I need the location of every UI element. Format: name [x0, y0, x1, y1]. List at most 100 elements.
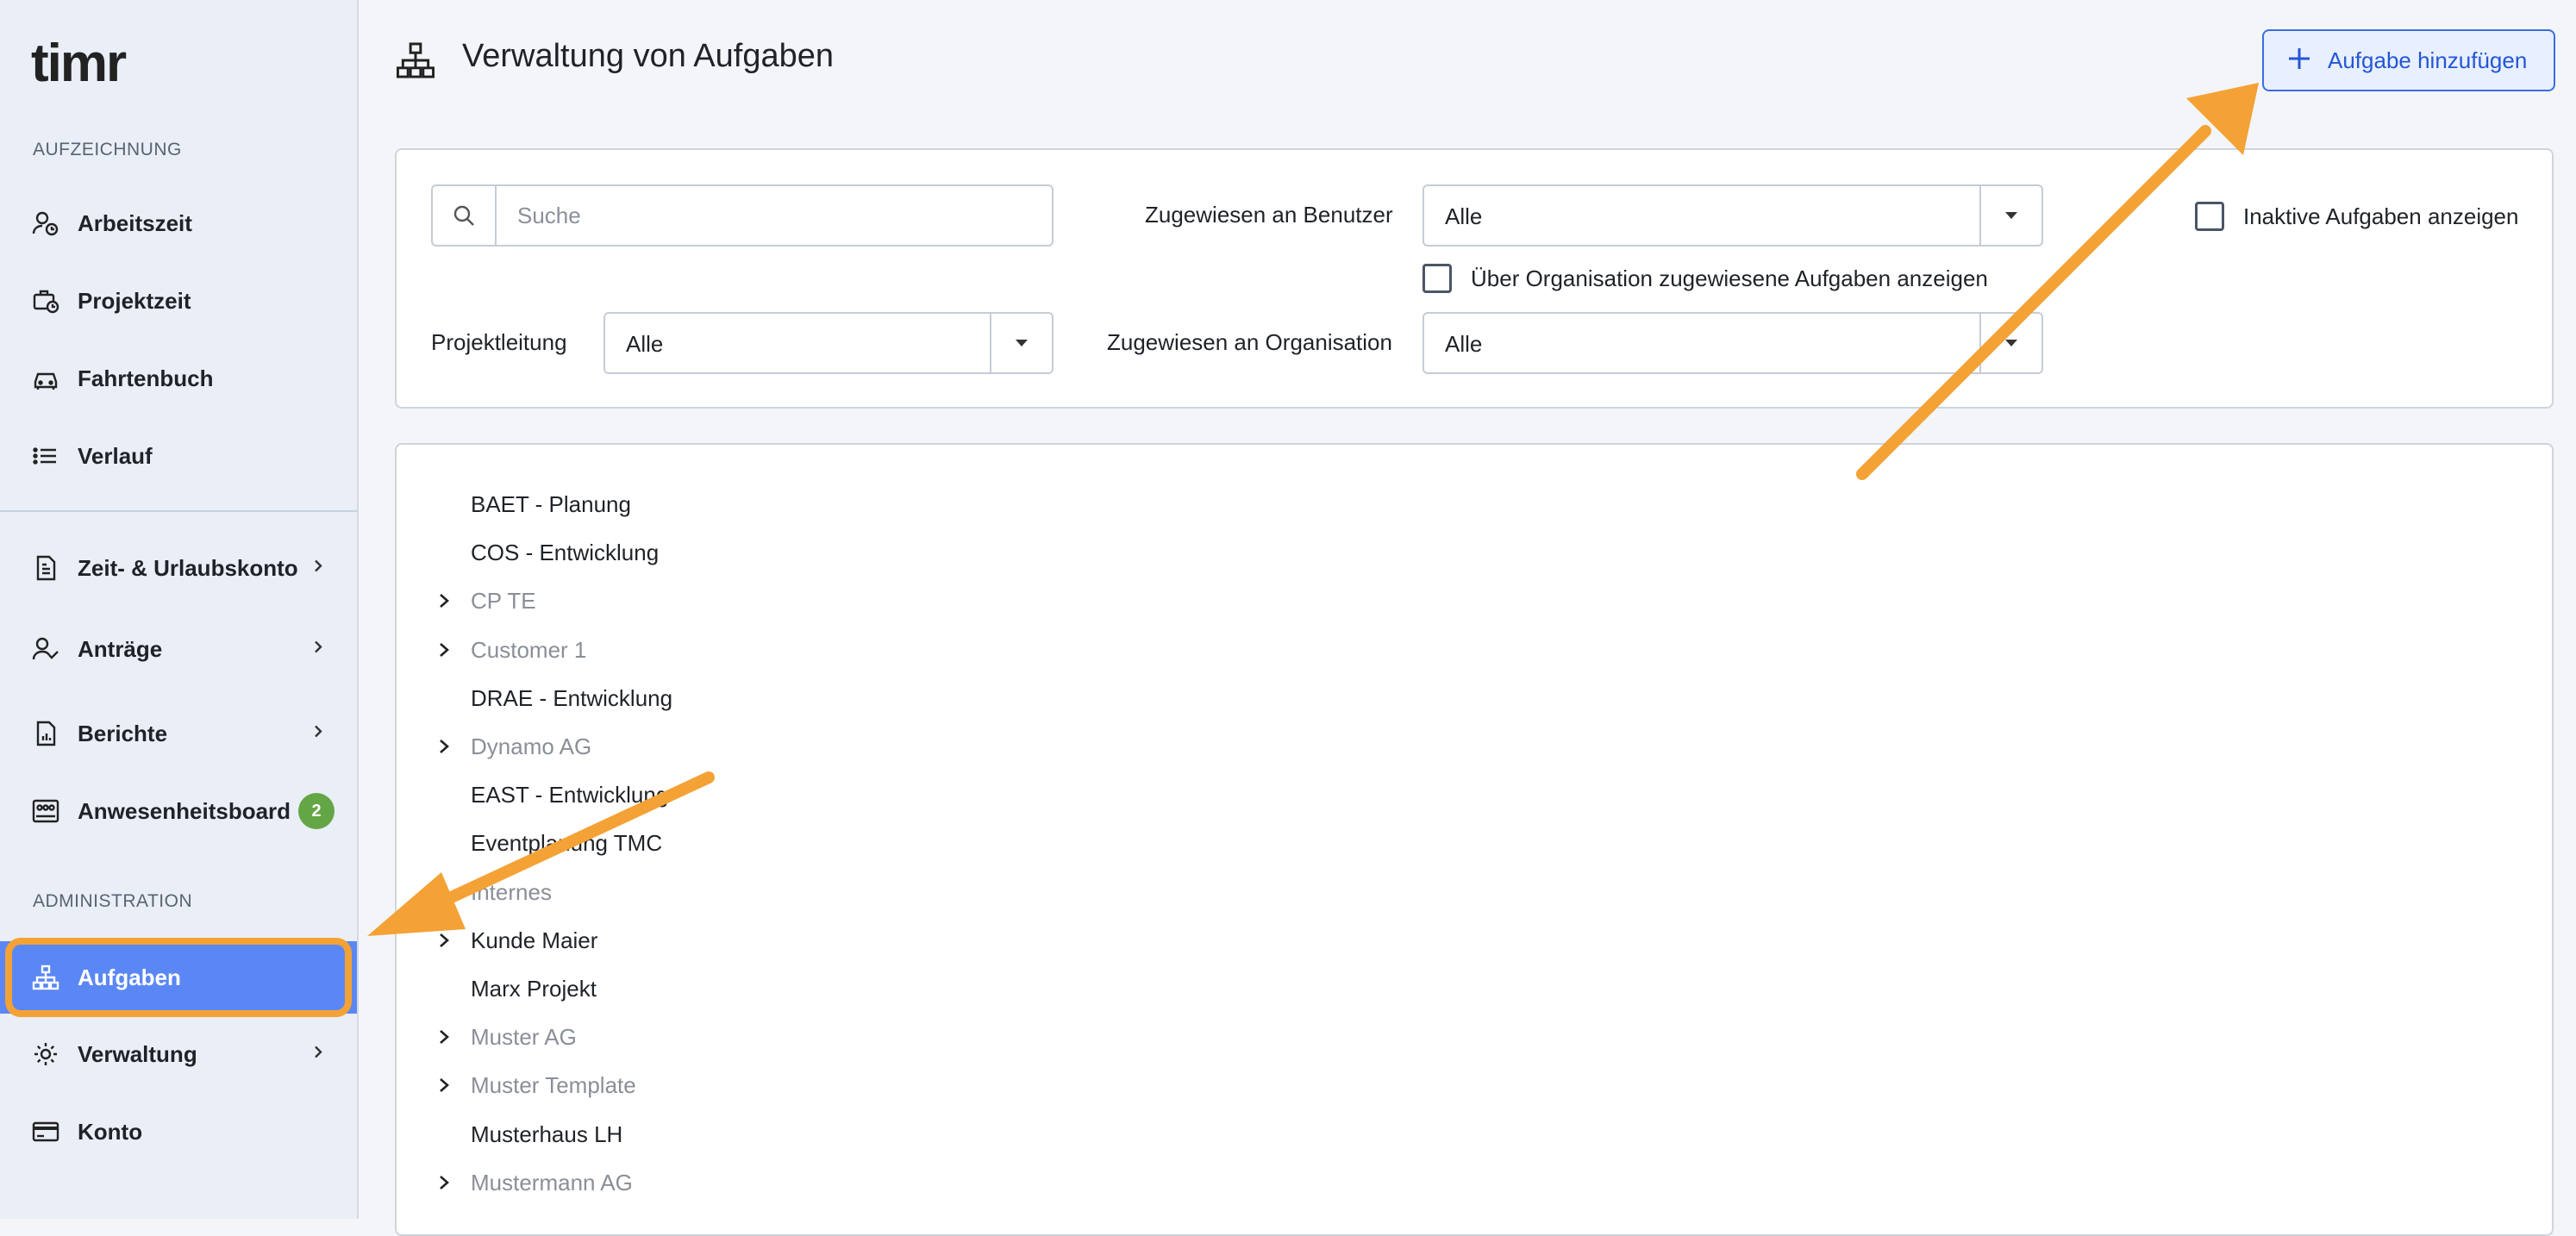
- app-logo[interactable]: timr: [31, 33, 127, 94]
- task-row[interactable]: Dynamo AG: [397, 723, 1431, 771]
- task-row[interactable]: Musterhaus LH: [397, 1111, 1431, 1159]
- show-org-tasks-checkbox[interactable]: [1422, 264, 1452, 293]
- task-row[interactable]: Mustermann AG: [397, 1159, 1431, 1208]
- chevron-right-icon[interactable]: [431, 927, 457, 953]
- project-lead-value: Alle: [626, 331, 664, 357]
- page-title: Verwaltung von Aufgaben: [462, 38, 835, 74]
- caret-down-icon[interactable]: [1979, 186, 2041, 245]
- sidebar-item-zeit-urlaubskonto[interactable]: Zeit- & Urlaubskonto: [0, 533, 357, 603]
- sidebar-item-arbeitszeit[interactable]: Arbeitszeit: [0, 188, 357, 259]
- sidebar-item-label: Projektzeit: [78, 287, 191, 314]
- sidebar-item-antraege[interactable]: Anträge: [0, 614, 357, 684]
- task-name: Mustermann AG: [471, 1169, 633, 1195]
- task-name: CP TE: [471, 588, 536, 615]
- sidebar-item-label: Anwesenheitsboard: [78, 797, 291, 824]
- task-row[interactable]: Muster Template: [397, 1062, 1431, 1110]
- sidebar: timr AUFZEICHNUNG Arbeitszeit Projektzei…: [0, 0, 359, 1219]
- sidebar-item-label: Arbeitszeit: [78, 209, 192, 236]
- task-name: DRAE - Entwicklung: [471, 684, 673, 711]
- assigned-org-select[interactable]: Alle: [1422, 312, 2043, 374]
- car-icon: [31, 364, 60, 393]
- list-icon: [31, 441, 60, 471]
- chevron-right-icon[interactable]: [431, 637, 457, 663]
- user-clock-icon: [31, 209, 60, 238]
- show-inactive-label: Inaktive Aufgaben anzeigen: [2243, 203, 2519, 229]
- project-lead-select[interactable]: Alle: [603, 312, 1054, 374]
- task-row[interactable]: CP TE: [397, 577, 1431, 626]
- add-task-button-label: Aufgabe hinzufügen: [2328, 47, 2528, 73]
- task-row[interactable]: BAET - Planung: [397, 481, 1431, 529]
- notification-badge: 2: [298, 793, 335, 829]
- sidebar-item-berichte[interactable]: Berichte: [0, 698, 357, 769]
- document-account-icon: [31, 553, 60, 583]
- caret-down-icon[interactable]: [990, 314, 1052, 372]
- sidebar-item-verwaltung[interactable]: Verwaltung: [0, 1019, 357, 1089]
- chevron-right-icon[interactable]: [431, 1024, 457, 1050]
- task-row[interactable]: EAST - Entwicklung: [397, 771, 1431, 820]
- sidebar-item-anwesenheitsboard[interactable]: Anwesenheitsboard 2: [0, 776, 357, 846]
- assigned-user-value: Alle: [1445, 203, 1483, 229]
- task-name: Internes: [471, 878, 552, 905]
- sidebar-item-label: Konto: [78, 1118, 143, 1145]
- section-label-administration: ADMINISTRATION: [33, 891, 193, 911]
- search-icon: [433, 186, 497, 245]
- caret-down-icon[interactable]: [1979, 314, 2041, 372]
- task-name: BAET - Planung: [471, 491, 631, 517]
- task-row[interactable]: COS - Entwicklung: [397, 529, 1431, 577]
- user-check-icon: [31, 634, 60, 664]
- show-org-tasks-label: Über Organisation zugewiesene Aufgaben a…: [1471, 265, 1988, 291]
- filter-panel: Zugewiesen an Benutzer Alle Über Organis…: [395, 148, 2554, 409]
- task-row[interactable]: DRAE - Entwicklung: [397, 675, 1431, 723]
- chevron-right-icon: [310, 1045, 326, 1064]
- search-input[interactable]: [516, 202, 1002, 230]
- sidebar-divider: [0, 510, 357, 512]
- sidebar-item-verlauf[interactable]: Verlauf: [0, 421, 357, 491]
- chevron-right-icon[interactable]: [431, 733, 457, 759]
- task-row[interactable]: Customer 1: [397, 627, 1431, 675]
- task-tree: BAET - Planung COS - Entwicklung CP TE Cust…: [395, 443, 2554, 1236]
- chevron-right-icon: [310, 724, 326, 744]
- main-content: Verwaltung von Aufgaben Aufgabe hinzufüg…: [359, 0, 2576, 1236]
- chevron-right-icon: [310, 559, 326, 578]
- presence-board-icon: [31, 796, 60, 826]
- chevron-right-icon[interactable]: [431, 588, 457, 614]
- add-task-button[interactable]: Aufgabe hinzufügen: [2262, 29, 2555, 91]
- section-label-recording: AUFZEICHNUNG: [33, 140, 182, 159]
- project-lead-label: Projektleitung: [431, 329, 567, 355]
- task-row[interactable]: Marx Projekt: [397, 965, 1431, 1014]
- task-name: Kunde Maier: [471, 927, 598, 953]
- sidebar-item-label: Zeit- & Urlaubskonto: [78, 554, 298, 581]
- annotation-highlight-box: [5, 938, 352, 1017]
- task-name: COS - Entwicklung: [471, 540, 660, 566]
- chevron-right-icon[interactable]: [431, 879, 457, 905]
- task-name: Dynamo AG: [471, 733, 592, 759]
- assigned-user-select[interactable]: Alle: [1422, 184, 2043, 247]
- plus-icon: [2286, 43, 2312, 78]
- briefcase-clock-icon: [31, 286, 60, 315]
- sidebar-item-label: Verwaltung: [78, 1040, 197, 1067]
- task-name: EAST - Entwicklung: [471, 782, 669, 808]
- sidebar-item-konto[interactable]: Konto: [0, 1096, 357, 1167]
- task-name: Marx Projekt: [471, 976, 597, 1002]
- hierarchy-icon: [395, 41, 436, 84]
- sidebar-item-projektzeit[interactable]: Projektzeit: [0, 265, 357, 336]
- chevron-right-icon[interactable]: [431, 1072, 457, 1098]
- report-icon: [31, 719, 60, 748]
- chevron-right-icon: [310, 640, 326, 659]
- sidebar-item-label: Verlauf: [78, 442, 153, 469]
- task-row[interactable]: Kunde Maier: [397, 917, 1431, 965]
- sidebar-item-label: Anträge: [78, 635, 163, 662]
- task-row[interactable]: Eventplanung TMC: [397, 820, 1431, 868]
- assigned-org-value: Alle: [1445, 331, 1483, 357]
- chevron-right-icon[interactable]: [431, 1170, 457, 1195]
- task-name: Musterhaus LH: [471, 1121, 623, 1147]
- assigned-org-label: Zugewiesen an Organisation: [1107, 329, 1392, 355]
- assigned-user-label: Zugewiesen an Benutzer: [1145, 202, 1393, 228]
- task-row[interactable]: Muster AG: [397, 1014, 1431, 1062]
- sidebar-item-fahrtenbuch[interactable]: Fahrtenbuch: [0, 343, 357, 414]
- task-name: Muster AG: [471, 1024, 577, 1051]
- search-field[interactable]: [431, 184, 1054, 247]
- task-row[interactable]: Internes: [397, 869, 1431, 917]
- sidebar-item-label: Berichte: [78, 720, 168, 746]
- show-inactive-checkbox[interactable]: [2195, 202, 2224, 231]
